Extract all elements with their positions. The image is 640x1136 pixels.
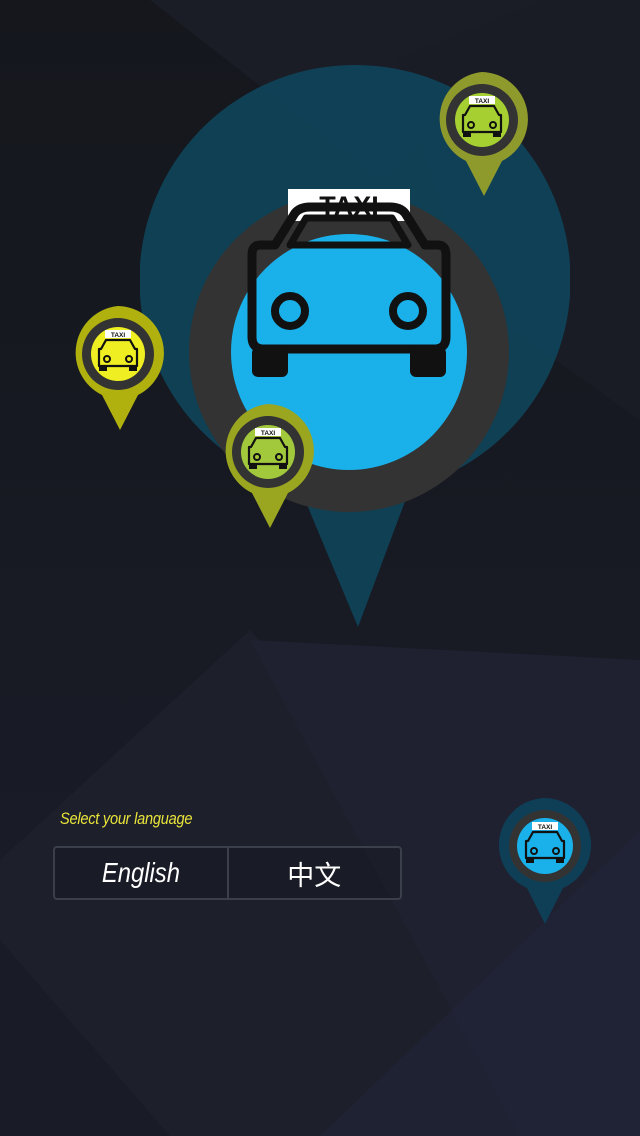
taxi-pin-top-right: TAXI	[439, 72, 528, 196]
svg-text:TAXI: TAXI	[261, 430, 276, 437]
chinese-language-button[interactable]: 中文	[229, 848, 401, 898]
english-language-label: English	[101, 857, 180, 888]
svg-text:TAXI: TAXI	[538, 824, 553, 831]
taxi-pin-bottom-right: TAXI	[498, 798, 592, 924]
chinese-language-label: 中文	[287, 860, 342, 892]
language-prompt: Select your language	[60, 809, 193, 828]
splash-screen: TAXI TAXI TAXI TAXI TAXI Select your lan…	[0, 0, 640, 1136]
svg-text:TAXI: TAXI	[475, 98, 490, 105]
taxi-pin-middle: TAXI	[225, 404, 314, 528]
taxi-pin-left: TAXI	[75, 306, 164, 430]
language-selector: English 中文	[53, 846, 402, 900]
svg-text:TAXI: TAXI	[111, 332, 126, 339]
english-language-button[interactable]: English	[55, 848, 229, 898]
